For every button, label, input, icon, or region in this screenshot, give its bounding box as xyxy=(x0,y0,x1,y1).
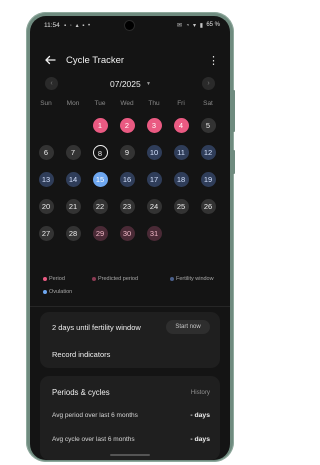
back-arrow-icon-svg xyxy=(45,55,56,65)
weekday-label: Mon xyxy=(66,100,80,107)
camera-cutout xyxy=(125,21,134,30)
page-title: Cycle Tracker xyxy=(66,55,125,66)
calendar-day[interactable]: 3 xyxy=(146,118,162,133)
power-button xyxy=(232,150,235,174)
calendar-day[interactable]: 5 xyxy=(200,118,216,133)
calendar-day[interactable]: 24 xyxy=(146,199,162,214)
calendar-day[interactable]: 21 xyxy=(65,199,81,214)
status-bar: 11:54 ▪ ◦ ▴ ▪ • ✉ ◔ ▾ ▮ 65 % xyxy=(30,16,230,36)
volume-button xyxy=(232,90,235,132)
weekday-label: Tue xyxy=(94,100,106,107)
history-link[interactable]: History xyxy=(191,389,210,396)
calendar-day[interactable]: 25 xyxy=(173,199,189,214)
calendar-day[interactable]: 22 xyxy=(92,199,108,214)
calendar-day[interactable]: 26 xyxy=(200,199,216,214)
ovulation-dot-icon xyxy=(43,289,47,294)
calendar-day[interactable]: 12 xyxy=(200,145,216,160)
calendar-day[interactable]: 23 xyxy=(119,199,135,214)
period-dot-icon xyxy=(43,276,47,281)
previous-month-button[interactable]: ‹ xyxy=(45,77,58,90)
avg-period-label: Avg period over last 6 months xyxy=(52,412,138,419)
legend-period: Period xyxy=(43,276,65,282)
calendar-day[interactable]: 9 xyxy=(119,145,135,160)
legend-ovulation-label: Ovulation xyxy=(49,289,73,295)
record-indicators-link[interactable]: Record indicators xyxy=(52,350,110,359)
weekday-header: Sun Mon Tue Wed Thu Fri Sat xyxy=(30,100,230,110)
calendar-day[interactable]: 30 xyxy=(119,226,135,241)
calendar-day[interactable]: 14 xyxy=(65,172,81,187)
calendar-day[interactable]: 31 xyxy=(146,226,162,241)
calendar-day[interactable]: 28 xyxy=(65,226,81,241)
avg-period-value: - days xyxy=(190,412,210,419)
calendar-day[interactable]: 7 xyxy=(65,145,81,160)
battery-level: 65 % xyxy=(206,22,220,28)
calendar-day[interactable]: 6 xyxy=(38,145,54,160)
next-month-button[interactable]: › xyxy=(202,77,215,90)
calendar-day[interactable]: 4 xyxy=(173,118,189,133)
month-label[interactable]: 07/2025 xyxy=(110,79,141,89)
calendar-day[interactable]: 20 xyxy=(38,199,54,214)
calendar-day[interactable]: 17 xyxy=(146,172,162,187)
calendar-day[interactable]: 2 xyxy=(119,118,135,133)
month-dropdown-icon[interactable]: ▼ xyxy=(146,81,151,87)
calendar-day[interactable]: 15 xyxy=(92,172,108,187)
legend-predicted: Predicted period xyxy=(92,276,138,282)
weekday-label: Sun xyxy=(40,100,52,107)
fertility-countdown: 2 days until fertility window xyxy=(52,323,141,332)
notification-icons: ▪ ◦ ▴ ▪ • xyxy=(64,23,92,29)
calendar-day[interactable]: 13 xyxy=(38,172,54,187)
home-indicator[interactable] xyxy=(110,454,150,456)
legend-ovulation: Ovulation xyxy=(43,289,72,295)
section-divider xyxy=(30,306,230,307)
legend-fertility-label: Fertility window xyxy=(176,276,214,282)
app-screen: 11:54 ▪ ◦ ▴ ▪ • ✉ ◔ ▾ ▮ 65 % Cycle Track… xyxy=(30,16,230,460)
start-now-button[interactable]: Start now xyxy=(166,320,210,334)
system-icons: ✉ ◔ ▾ ▮ xyxy=(177,23,204,29)
weekday-label: Wed xyxy=(120,100,134,107)
periods-cycles-card: Periods & cycles History Avg period over… xyxy=(40,376,220,460)
status-time: 11:54 xyxy=(44,22,60,29)
avg-cycle-label: Avg cycle over last 6 months xyxy=(52,436,135,443)
legend-period-label: Period xyxy=(49,276,65,282)
legend-predicted-label: Predicted period xyxy=(98,276,139,282)
calendar-day[interactable]: 27 xyxy=(38,226,54,241)
weekday-label: Fri xyxy=(177,100,185,107)
weekday-label: Thu xyxy=(148,100,160,107)
legend-fertility: Fertility window xyxy=(170,276,214,282)
weekday-label: Sat xyxy=(203,100,213,107)
calendar-day[interactable]: 1 xyxy=(92,118,108,133)
calendar-legend: Period Predicted period Fertility window… xyxy=(30,272,230,300)
avg-cycle-value: - days xyxy=(190,436,210,443)
month-navigator: ‹ 07/2025 ▼ › xyxy=(30,76,230,92)
fertility-card: 2 days until fertility window Start now … xyxy=(40,312,220,368)
calendar-day[interactable]: 16 xyxy=(119,172,135,187)
calendar-day[interactable]: 18 xyxy=(173,172,189,187)
calendar-day-today[interactable]: 8 xyxy=(92,145,108,160)
back-arrow-icon[interactable] xyxy=(44,54,58,68)
calendar-day[interactable]: 11 xyxy=(173,145,189,160)
more-options-icon[interactable]: ⋮ xyxy=(208,54,219,68)
app-bar: Cycle Tracker ⋮ xyxy=(30,52,230,72)
calendar-day[interactable]: 19 xyxy=(200,172,216,187)
cycles-title: Periods & cycles xyxy=(52,388,110,397)
calendar-day[interactable]: 10 xyxy=(146,145,162,160)
calendar-day[interactable]: 29 xyxy=(92,226,108,241)
fertility-dot-icon xyxy=(170,276,174,281)
predicted-dot-icon xyxy=(92,276,96,281)
